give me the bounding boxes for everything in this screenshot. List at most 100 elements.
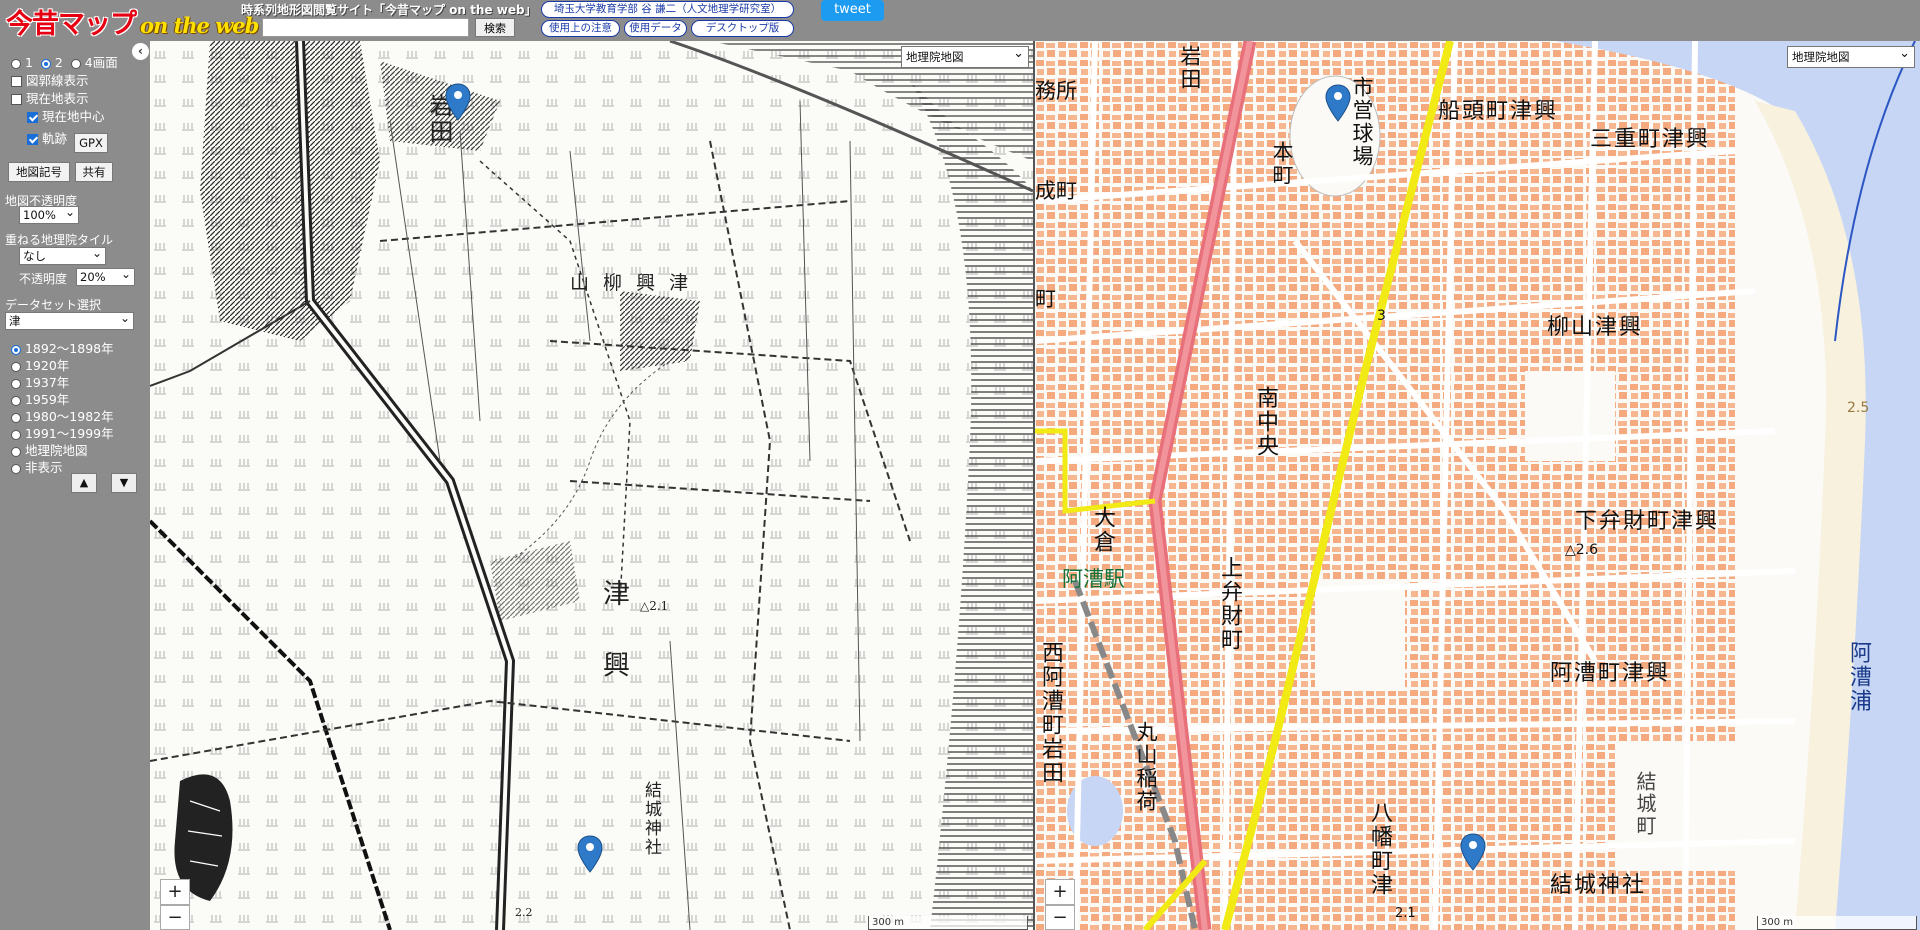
- old-map-elevation-1: △2.1: [640, 599, 669, 613]
- dataset-select[interactable]: 津: [5, 310, 134, 330]
- year-label: 1892～1898年: [24, 341, 114, 356]
- sidebar: ‹ 1 2 4画面 図郭線表示 現在地表示 現在地中心 軌跡 GPX 地図記号 …: [0, 41, 150, 930]
- screen-count-selector: 1 2 4画面: [11, 52, 118, 71]
- left-zoom-in-button[interactable]: +: [160, 879, 190, 905]
- modern-label-machi: 町: [1035, 287, 1056, 311]
- desktop-version-link[interactable]: デスクトップ版: [691, 20, 794, 37]
- year-radio[interactable]: [11, 412, 21, 423]
- screen-4-radio[interactable]: [70, 58, 81, 69]
- map-marker-icon[interactable]: [445, 83, 471, 121]
- share-button[interactable]: 共有: [75, 162, 113, 182]
- modern-label-maruyama-inari: 丸山稲荷: [1134, 721, 1158, 813]
- modern-elevation-2-6: △2.6: [1565, 542, 1599, 558]
- modern-label-akogi-station: 阿漕駅: [1062, 567, 1125, 591]
- right-map-layer-select[interactable]: 地理院地図: [1787, 44, 1915, 68]
- author-link[interactable]: 埼玉大学教育学部 谷 謙二（人文地理学研究室）: [541, 1, 794, 18]
- modern-label-iwata: 岩田: [1178, 45, 1202, 91]
- year-label: 1980～1982年: [24, 409, 114, 424]
- modern-label-sendocho: 船頭町津興: [1438, 99, 1559, 124]
- modern-label-yuki-jinja: 結城神社: [1550, 873, 1647, 898]
- right-zoom-out-button[interactable]: −: [1045, 905, 1075, 930]
- modern-label-yuki-machi: 結城町: [1633, 771, 1657, 837]
- modern-label-shimobenzai: 下弁財町津興: [1575, 509, 1720, 534]
- left-map-layer-select[interactable]: 地理院地図: [901, 44, 1029, 68]
- track-option[interactable]: 軌跡: [27, 128, 67, 147]
- right-zoom-in-button[interactable]: +: [1045, 879, 1075, 905]
- modern-label-nakamachi: 成町: [1035, 179, 1077, 203]
- old-map-elevation-2: 2.2: [515, 906, 533, 919]
- modern-label-yanagiyama: 柳山津興: [1547, 315, 1644, 340]
- usage-notes-link[interactable]: 使用上の注意: [541, 20, 620, 37]
- old-map-label-yuki-jinja: 結城神社: [641, 781, 661, 857]
- grid-lines-label: 図郭線表示: [25, 73, 89, 88]
- modern-route-number: 3: [1377, 308, 1386, 324]
- center-current-option[interactable]: 現在地中心: [27, 106, 105, 125]
- header: 今昔マップ on the web 時系列地形図閲覧サイト「今昔マップ on the…: [0, 0, 1920, 41]
- gpx-button[interactable]: GPX: [74, 133, 108, 153]
- old-map-panel[interactable]: 岩田 山 柳 興 津 津 興 結城神社 △2.1 2.2 地理院地図 + − 3…: [150, 41, 1033, 930]
- screen-4-label: 4画面: [84, 55, 118, 70]
- map-marker-icon[interactable]: [1460, 833, 1486, 871]
- modern-label-kamibenzai: 上弁財町: [1217, 556, 1242, 652]
- year-radio[interactable]: [11, 429, 21, 440]
- modern-label-akogicho: 阿漕町津興: [1550, 661, 1671, 686]
- year-radio[interactable]: [11, 344, 21, 355]
- screen-2-radio[interactable]: [40, 58, 51, 69]
- modern-gsi-map[interactable]: [1035, 41, 1920, 930]
- year-label: 地理院地図: [24, 443, 88, 458]
- year-radio[interactable]: [11, 395, 21, 406]
- screen-2-label: 2: [54, 55, 63, 70]
- left-zoom-out-button[interactable]: −: [160, 905, 190, 930]
- map-legend-button[interactable]: 地図記号: [8, 162, 70, 182]
- search-input[interactable]: [262, 18, 469, 37]
- year-label: 1991～1999年: [24, 426, 114, 441]
- move-down-button[interactable]: ▼: [111, 473, 137, 493]
- overlay-tile-select[interactable]: なし: [19, 245, 106, 265]
- modern-map-panel[interactable]: 務所 岩田 本町 市営球場 船頭町津興 三重町津興 成町 町 南中央 柳山津興 …: [1035, 41, 1920, 930]
- current-location-label: 現在地表示: [25, 91, 89, 106]
- map-marker-icon[interactable]: [577, 835, 603, 873]
- logo[interactable]: 今昔マップ on the web: [6, 2, 259, 40]
- modern-contour-label: 2.5: [1847, 400, 1870, 416]
- opacity-select[interactable]: 100%: [19, 204, 79, 224]
- track-checkbox[interactable]: [27, 134, 38, 145]
- year-label: 1920年: [24, 358, 70, 373]
- old-map-label-tsuoki: 津 興: [598, 579, 629, 696]
- left-scale-bar: 300 m: [868, 916, 1028, 930]
- modern-label-minami-chuo: 南中央: [1253, 386, 1278, 458]
- center-current-label: 現在地中心: [41, 109, 105, 124]
- modern-label-honmachi: 本町: [1270, 141, 1294, 187]
- year-radio[interactable]: [11, 463, 21, 474]
- current-location-option[interactable]: 現在地表示: [11, 88, 89, 107]
- screen-1-radio[interactable]: [11, 58, 21, 69]
- old-topographic-map[interactable]: [150, 41, 1033, 930]
- dataset-label: データセット選択: [5, 298, 102, 312]
- grid-lines-option[interactable]: 図郭線表示: [11, 70, 89, 89]
- year-option[interactable]: 非表示: [11, 457, 63, 476]
- move-up-button[interactable]: ▲: [71, 473, 97, 493]
- data-sources-link[interactable]: 使用データ: [624, 20, 687, 37]
- year-label: 非表示: [24, 460, 63, 475]
- modern-label-miecho: 三重町津興: [1590, 127, 1711, 152]
- overlay-opacity-label: 不透明度: [19, 272, 68, 286]
- modern-label-stadium: 市営球場: [1350, 76, 1374, 168]
- collapse-sidebar-button[interactable]: ‹: [132, 43, 149, 60]
- modern-label-nishi-akogi: 西阿漕町岩田: [1038, 641, 1063, 785]
- screen-1-label: 1: [24, 55, 33, 70]
- grid-lines-checkbox[interactable]: [11, 76, 22, 87]
- year-radio[interactable]: [11, 361, 21, 372]
- logo-main: 今昔マップ: [6, 9, 137, 40]
- year-label: 1937年: [24, 375, 70, 390]
- year-radio[interactable]: [11, 446, 21, 457]
- map-marker-icon[interactable]: [1325, 84, 1351, 122]
- overlay-opacity-select[interactable]: 20%: [76, 266, 135, 286]
- center-current-checkbox[interactable]: [27, 112, 38, 123]
- site-title: 時系列地形図閲覧サイト「今昔マップ on the web」: [241, 3, 537, 17]
- modern-label-jimusho: 務所: [1035, 79, 1077, 103]
- track-label: 軌跡: [41, 131, 67, 146]
- modern-label-hachiman: 八幡町津: [1367, 801, 1392, 897]
- tweet-button[interactable]: tweet: [821, 0, 884, 21]
- current-location-checkbox[interactable]: [11, 94, 22, 105]
- search-button[interactable]: 検索: [475, 18, 515, 37]
- year-radio[interactable]: [11, 378, 21, 389]
